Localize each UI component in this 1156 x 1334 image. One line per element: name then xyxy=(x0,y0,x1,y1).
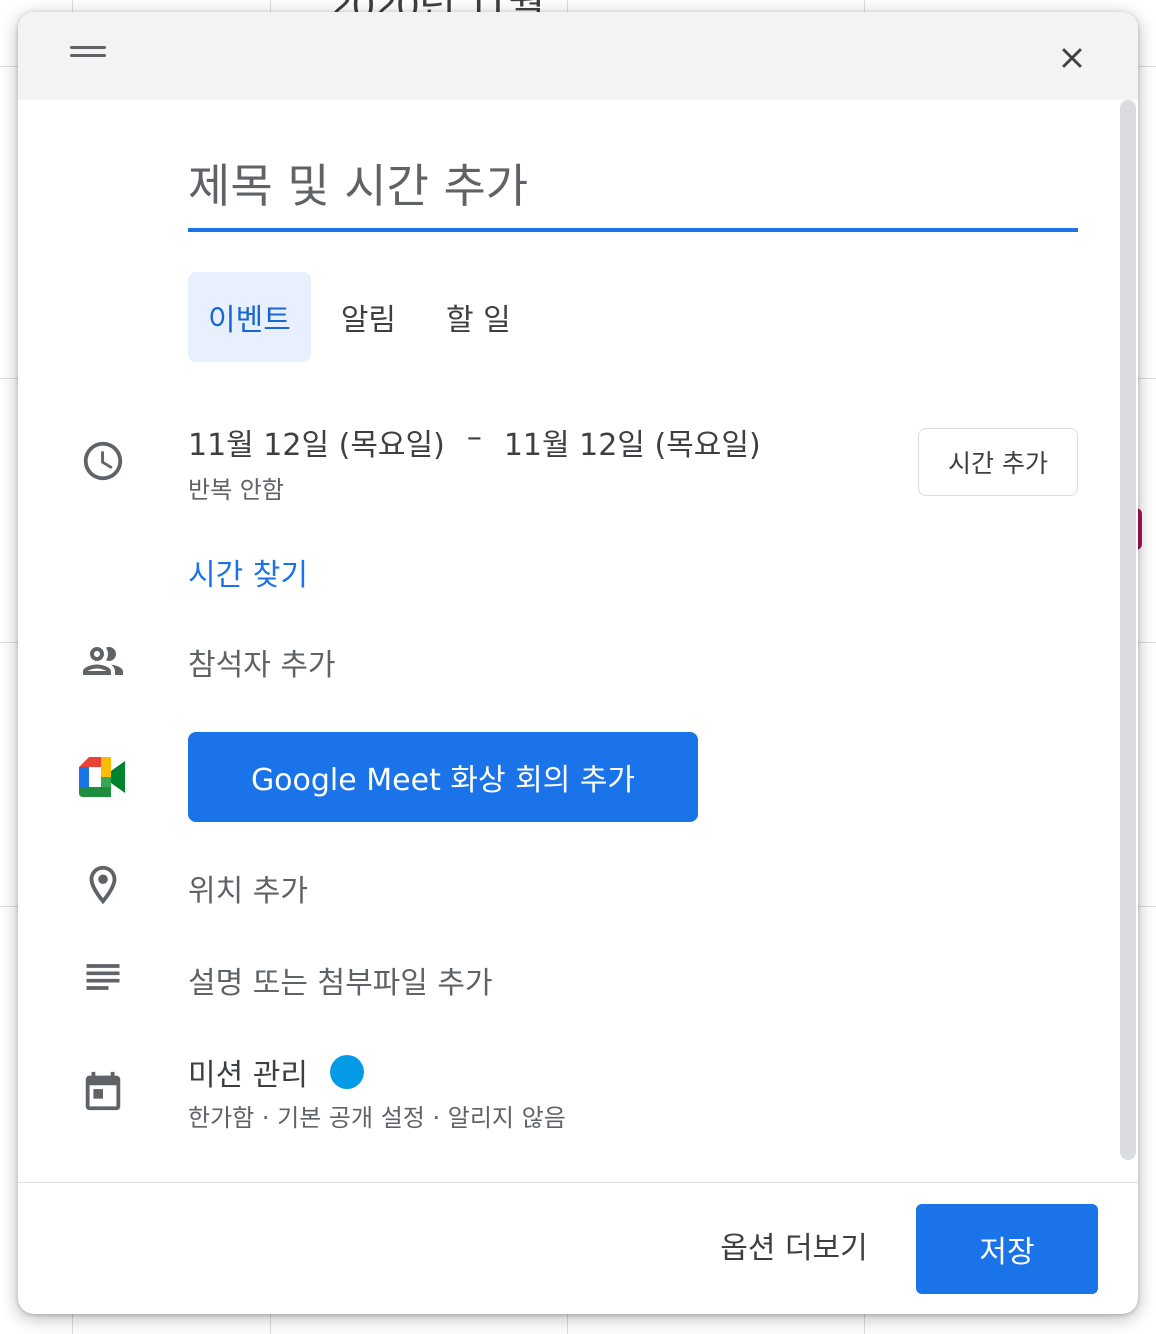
calendar-name: 미션 관리 xyxy=(188,1058,308,1093)
tab-reminder[interactable]: 알림 xyxy=(321,272,416,362)
location-pin-icon xyxy=(78,860,128,910)
calendar-selector[interactable]: 미션 관리 xyxy=(188,1050,364,1094)
add-time-button[interactable]: 시간 추가 xyxy=(918,428,1078,496)
title-input[interactable] xyxy=(188,152,1078,232)
date-separator: – xyxy=(466,420,482,455)
scrollbar[interactable] xyxy=(1118,100,1138,1160)
dialog-header[interactable] xyxy=(18,12,1138,100)
drag-handle-icon[interactable] xyxy=(70,46,106,60)
add-location-field[interactable]: 위치 추가 xyxy=(188,866,308,910)
scrollbar-thumb[interactable] xyxy=(1120,100,1136,1160)
add-description-field[interactable]: 설명 또는 첨부파일 추가 xyxy=(188,958,493,1002)
close-icon xyxy=(1062,48,1082,68)
calendar-meta[interactable]: 한가함 · 기본 공개 설정 · 알리지 않음 xyxy=(188,1098,566,1133)
repeat-setting[interactable]: 반복 안함 xyxy=(188,470,284,505)
calendar-color-dot xyxy=(329,1055,364,1089)
close-button[interactable] xyxy=(1048,34,1096,82)
notes-icon xyxy=(78,952,128,1002)
calendar-icon xyxy=(78,1066,128,1116)
people-icon xyxy=(78,636,128,686)
quick-event-dialog: 이벤트 알림 할 일 11월 12일 (목요일) – 11월 12일 (목요일)… xyxy=(18,12,1138,1314)
date-range[interactable]: 11월 12일 (목요일) – 11월 12일 (목요일) xyxy=(188,420,761,464)
tab-event[interactable]: 이벤트 xyxy=(188,272,311,362)
add-guests-field[interactable]: 참석자 추가 xyxy=(188,640,336,684)
start-date[interactable]: 11월 12일 (목요일) xyxy=(188,420,445,464)
end-date[interactable]: 11월 12일 (목요일) xyxy=(504,420,761,464)
event-type-tabs: 이벤트 알림 할 일 xyxy=(188,272,531,362)
save-button[interactable]: 저장 xyxy=(916,1204,1098,1294)
footer-divider xyxy=(18,1182,1138,1183)
clock-icon xyxy=(78,436,128,486)
add-google-meet-button[interactable]: Google Meet 화상 회의 추가 xyxy=(188,732,698,822)
tab-task[interactable]: 할 일 xyxy=(426,272,531,362)
more-options-button[interactable]: 옵션 더보기 xyxy=(694,1210,894,1280)
find-time-link[interactable]: 시간 찾기 xyxy=(188,550,308,594)
google-meet-icon xyxy=(78,752,128,802)
